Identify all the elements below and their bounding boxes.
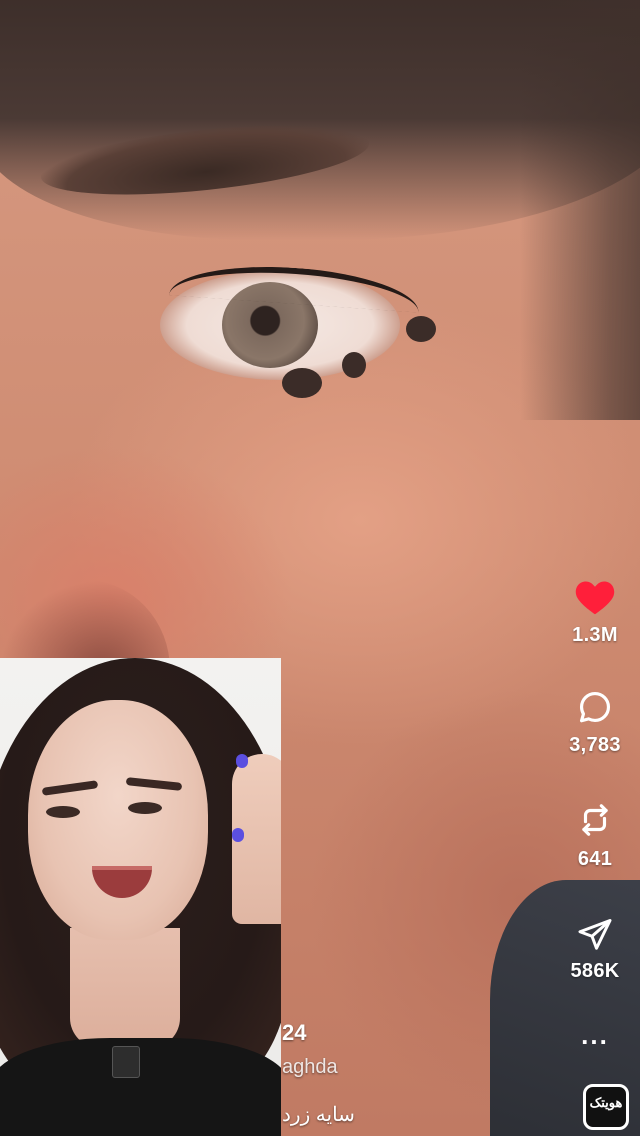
creator-eye-right	[128, 802, 162, 814]
send-icon	[578, 919, 612, 950]
makeup-dot	[406, 316, 436, 342]
like-button[interactable]: 1.3M	[550, 578, 640, 647]
repost-button[interactable]: 641	[550, 800, 640, 871]
more-options-button[interactable]: ...	[550, 1020, 640, 1051]
creator-nail	[236, 754, 248, 768]
creator-neck	[70, 928, 180, 1048]
comment-button[interactable]: 3,783	[550, 688, 640, 757]
heart-icon	[575, 581, 615, 615]
creator-eye-left	[46, 806, 80, 818]
creator-nail	[232, 828, 244, 842]
audio-track-thumbnail[interactable]: هویتک	[583, 1084, 629, 1130]
lapel-mic	[112, 1046, 140, 1078]
like-count: 1.3M	[572, 624, 618, 646]
creator-brow-left	[41, 780, 99, 796]
share-count: 586K	[570, 960, 620, 982]
comment-bubble-icon	[579, 691, 611, 723]
hair-region-right	[520, 0, 640, 420]
share-button[interactable]: 586K	[550, 916, 640, 983]
creator-face	[28, 700, 208, 940]
repost-count: 641	[577, 848, 613, 870]
caption-text: سایه زرد	[282, 1104, 355, 1126]
makeup-dot	[342, 352, 366, 378]
creator-shirt	[0, 1038, 281, 1136]
creator-brow-right	[125, 777, 183, 791]
caption-handle[interactable]: aghda	[282, 1056, 338, 1079]
creator-overlay-video	[0, 658, 281, 1136]
audio-track-label: هویتک	[589, 1095, 623, 1110]
makeup-dot	[282, 368, 322, 398]
repost-icon	[582, 804, 608, 836]
comment-count: 3,783	[569, 734, 621, 756]
caption-username[interactable]: 24	[282, 1020, 306, 1046]
